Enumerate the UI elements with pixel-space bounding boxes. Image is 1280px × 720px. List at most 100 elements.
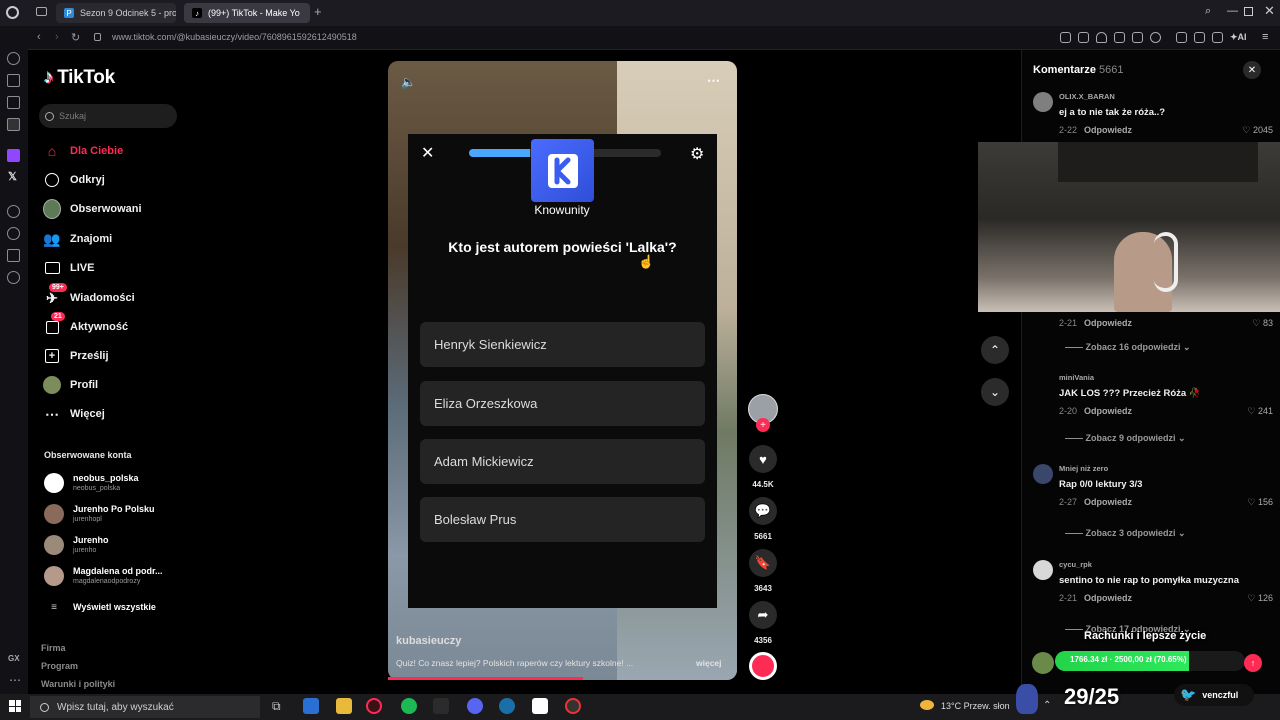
app-icon[interactable] [499, 698, 515, 714]
comment-likes[interactable]: ♡ 126 [1223, 593, 1273, 604]
play-icon[interactable] [1132, 32, 1143, 43]
show-all-button[interactable]: ≡ Wyświetl wszystkie [44, 594, 156, 620]
spotify-icon[interactable] [401, 698, 417, 714]
tab-tiktok[interactable]: ♪ (99+) TikTok - Make Yo [184, 3, 310, 23]
bookmark-icon[interactable] [1060, 32, 1071, 43]
quiz-close-icon[interactable]: ✕ [421, 143, 434, 163]
avatar[interactable] [1033, 464, 1053, 484]
download-icon[interactable] [1212, 32, 1223, 43]
sidebar-item-activity[interactable]: 21 Aktywność [43, 312, 128, 338]
sidebar-item-more[interactable]: ⋯ Więcej [43, 403, 105, 425]
sidebar-item-explore[interactable]: Odkryj [43, 169, 105, 191]
search-tabs-icon[interactable]: ⌕ [1205, 5, 1211, 18]
volume-icon[interactable]: 🔈 [401, 75, 416, 89]
tab-sezon[interactable]: P Sezon 9 Odcinek 5 - prog [56, 3, 176, 23]
comment-likes[interactable]: ♡ 2045 [1223, 125, 1273, 136]
see-replies-button[interactable]: —— Zobacz 16 odpowiedzi ⌄ [1065, 342, 1191, 353]
sidebar-item-for-you[interactable]: ⌂ Dla Ciebie [43, 140, 123, 162]
avatar[interactable] [1033, 560, 1053, 580]
comment-likes[interactable]: ♡ 156 [1223, 497, 1273, 508]
followed-account[interactable]: Magdalena od podr... magdalenaodpodrozy [44, 563, 163, 589]
app-icon[interactable] [532, 698, 548, 714]
comment-user[interactable]: cycu_rpk [1059, 560, 1092, 569]
quiz-settings-icon[interactable]: ⚙ [690, 144, 704, 164]
extensions-sidebar-icon[interactable] [7, 249, 20, 262]
comment-user[interactable]: Mniej niż zero [1059, 464, 1108, 473]
aria-icon[interactable] [7, 52, 20, 65]
footer-link-program[interactable]: Program [41, 661, 78, 671]
url-text[interactable]: www.tiktok.com/@kubasieuczy/video/760896… [112, 32, 357, 42]
comment-user[interactable]: OLIX.X_BARAN [1059, 92, 1115, 101]
tray-chevron-icon[interactable]: ⌃ [1043, 700, 1051, 711]
quiz-answer[interactable]: Eliza Orzeszkowa [420, 381, 705, 426]
see-replies-button[interactable]: —— Zobacz 9 odpowiedzi ⌄ [1065, 433, 1186, 444]
more-button[interactable]: więcej [696, 658, 722, 668]
comment-button[interactable]: 💬 [749, 497, 777, 525]
extensions-icon[interactable] [1176, 32, 1187, 43]
previous-video-button[interactable]: ⌃ [981, 336, 1009, 364]
back-button[interactable]: ‹ [37, 31, 41, 43]
shield-icon[interactable] [1096, 32, 1107, 43]
see-replies-button[interactable]: —— Zobacz 3 odpowiedzi ⌄ [1065, 528, 1186, 539]
discord-icon[interactable] [467, 698, 483, 714]
close-comments-button[interactable]: ✕ [1243, 61, 1261, 79]
file-explorer-icon[interactable] [336, 698, 352, 714]
music-disc-icon[interactable] [749, 652, 777, 680]
reply-button[interactable]: Odpowiedz [1084, 406, 1132, 416]
quiz-answer[interactable]: Henryk Sienkiewicz [420, 322, 705, 367]
followed-account[interactable]: Jurenho Po Polsku jurenhopl [44, 501, 155, 527]
comment-likes[interactable]: ♡ 83 [1223, 318, 1273, 329]
quiz-answer[interactable]: Bolesław Prus [420, 497, 705, 542]
sidebar-item-upload[interactable]: + Prześlij [43, 345, 109, 367]
app-icon[interactable] [433, 698, 449, 714]
close-window-button[interactable]: ✕ [1264, 3, 1275, 19]
search-input[interactable]: Szukaj [39, 104, 177, 128]
translate-icon[interactable] [1114, 32, 1125, 43]
settings-icon[interactable] [7, 271, 20, 284]
footer-link-terms[interactable]: Warunki i polityki [41, 679, 115, 689]
windows-start-icon[interactable] [9, 700, 21, 712]
messenger-icon[interactable] [7, 118, 20, 131]
share-button[interactable]: ➦ [749, 601, 777, 629]
comment-likes[interactable]: ♡ 241 [1223, 406, 1273, 417]
video-options-icon[interactable]: ⋯ [707, 73, 720, 89]
x-twitter-icon[interactable]: 𝕏 [8, 170, 17, 183]
heart-icon[interactable] [1150, 32, 1161, 43]
sidebar-item-profile[interactable]: Profil [43, 374, 98, 396]
reply-button[interactable]: Odpowiedz [1084, 497, 1132, 507]
reload-icon[interactable]: ↻ [71, 31, 80, 44]
like-button[interactable]: ♥ [749, 445, 777, 473]
sidebar-item-live[interactable]: LIVE [43, 257, 94, 279]
followed-account[interactable]: Jurenho jurenho [44, 532, 109, 558]
reply-button[interactable]: Odpowiedz [1084, 125, 1132, 135]
tiktok-logo[interactable]: ♪ TikTok [44, 67, 115, 89]
menu-icon[interactable]: ≡ [1262, 31, 1268, 43]
opera-logo-icon[interactable] [6, 6, 19, 19]
gx-icon[interactable]: GX [8, 654, 20, 663]
reply-button[interactable]: Odpowiedz [1084, 318, 1132, 328]
ai-icon[interactable]: ✦AI [1230, 32, 1247, 43]
task-view-icon[interactable]: ⧉ [272, 699, 281, 714]
quiz-answer[interactable]: Adam Mickiewicz [420, 439, 705, 484]
store-icon[interactable] [303, 698, 319, 714]
opera-gx-icon[interactable] [366, 698, 382, 714]
twitch-icon[interactable] [7, 149, 20, 162]
followed-account[interactable]: neobus_polska neobus_polska [44, 470, 139, 496]
avatar[interactable] [1033, 92, 1053, 112]
follow-plus-icon[interactable]: + [756, 418, 770, 432]
snapshot-icon[interactable] [1078, 32, 1089, 43]
next-video-button[interactable]: ⌄ [981, 378, 1009, 406]
new-tab-button[interactable]: + [314, 4, 322, 19]
video-author[interactable]: kubasieuczy [396, 635, 461, 647]
obs-icon[interactable] [565, 698, 581, 714]
forward-button[interactable]: › [55, 31, 59, 43]
sidebar-item-messages[interactable]: ✈ 99+ Wiadomości [43, 283, 135, 309]
clock-icon[interactable] [7, 227, 20, 240]
minimize-button[interactable]: — [1227, 5, 1238, 17]
workspace-icon[interactable] [7, 74, 20, 87]
reply-button[interactable]: Odpowiedz [1084, 593, 1132, 603]
video-progress-bar[interactable] [388, 677, 584, 680]
save-button[interactable]: 🔖 [749, 549, 777, 577]
sidebar-item-friends[interactable]: 👥 Znajomi [43, 228, 112, 250]
player-icon[interactable] [7, 96, 20, 109]
